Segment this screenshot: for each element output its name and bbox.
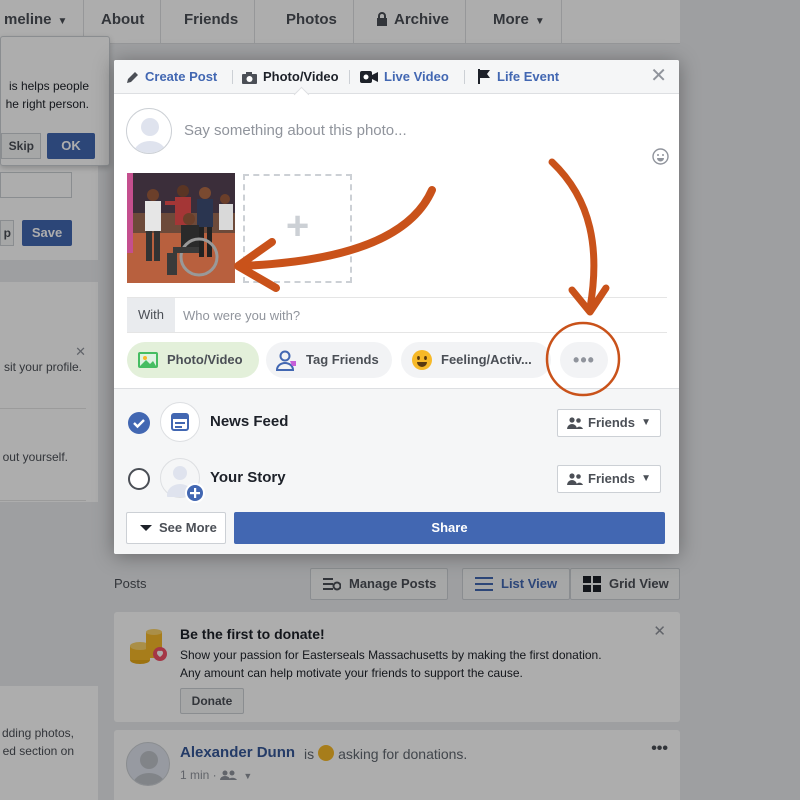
tab-create-post[interactable]: Create Post: [126, 60, 217, 94]
composer-text-input[interactable]: Say something about this photo...: [184, 122, 407, 139]
photo-video-pill-button[interactable]: Photo/Video: [127, 342, 259, 378]
tag-friends-pill-button[interactable]: Tag Friends: [266, 342, 392, 378]
tag-people-row: With Who were you with?: [127, 297, 667, 333]
button-label: See More: [159, 520, 217, 535]
destination-label: Your Story: [210, 469, 286, 486]
flag-icon: [478, 69, 490, 84]
friends-icon: [567, 473, 583, 485]
friends-icon: [567, 417, 583, 429]
close-icon[interactable]: ✕: [650, 66, 667, 86]
attached-photo-thumbnail[interactable]: [127, 173, 235, 283]
tag-friends-icon: [276, 350, 296, 371]
feeling-activity-pill-button[interactable]: Feeling/Activ...: [401, 342, 551, 378]
unselected-radio-icon[interactable]: [128, 468, 150, 490]
audience-selector[interactable]: Friends ▼: [557, 465, 661, 493]
feeling-emoji-icon: [412, 350, 432, 370]
pencil-icon: [127, 72, 138, 83]
chevron-down-icon: ▼: [641, 417, 651, 428]
see-more-button[interactable]: See More: [126, 512, 226, 544]
default-avatar-icon: [134, 118, 166, 153]
destination-row-news-feed[interactable]: News Feed Friends ▼: [114, 397, 679, 447]
live-video-icon: [360, 71, 378, 83]
photo-image: [127, 173, 235, 283]
camera-icon: [242, 72, 257, 84]
tab-separator: [349, 70, 350, 84]
tab-label: Photo/Video: [263, 69, 339, 84]
plus-icon: +: [285, 204, 310, 248]
triangle-down-icon: [140, 525, 152, 531]
news-feed-icon: [160, 402, 200, 442]
audience-label: Friends: [588, 415, 635, 430]
photo-post-composer-modal: Create Post Photo/Video Live Video Life …: [114, 60, 679, 554]
tab-photo-video[interactable]: Photo/Video: [242, 60, 339, 94]
tab-life-event[interactable]: Life Event: [477, 60, 559, 94]
pill-label: Feeling/Activ...: [441, 352, 532, 367]
pill-label: Photo/Video: [167, 352, 243, 367]
add-story-plus-icon: [185, 483, 205, 503]
audience-label: Friends: [588, 471, 635, 486]
tab-live-video[interactable]: Live Video: [360, 60, 449, 94]
tab-label: Life Event: [497, 69, 560, 84]
composer-avatar: [126, 108, 172, 154]
composer-tab-bar: Create Post Photo/Video Live Video Life …: [114, 60, 679, 94]
tag-people-input[interactable]: Who were you with?: [183, 308, 300, 323]
tab-separator: [464, 70, 465, 84]
pill-label: Tag Friends: [306, 352, 379, 367]
more-options-pill-button[interactable]: •••: [560, 342, 608, 378]
audience-selector[interactable]: Friends ▼: [557, 409, 661, 437]
photo-icon: [138, 352, 158, 368]
add-photo-slot[interactable]: +: [243, 174, 352, 283]
chevron-down-icon: ▼: [641, 473, 651, 484]
destination-row-your-story[interactable]: Your Story Friends ▼: [114, 453, 679, 506]
smiley-icon[interactable]: [652, 148, 669, 165]
tab-label: Create Post: [145, 69, 218, 84]
with-label: With: [127, 298, 175, 332]
tab-separator: [232, 70, 233, 84]
destination-label: News Feed: [210, 413, 289, 430]
share-button[interactable]: Share: [234, 512, 665, 544]
tab-label: Live Video: [384, 69, 449, 84]
selected-check-icon[interactable]: [128, 412, 150, 434]
story-avatar-icon: [160, 458, 205, 506]
